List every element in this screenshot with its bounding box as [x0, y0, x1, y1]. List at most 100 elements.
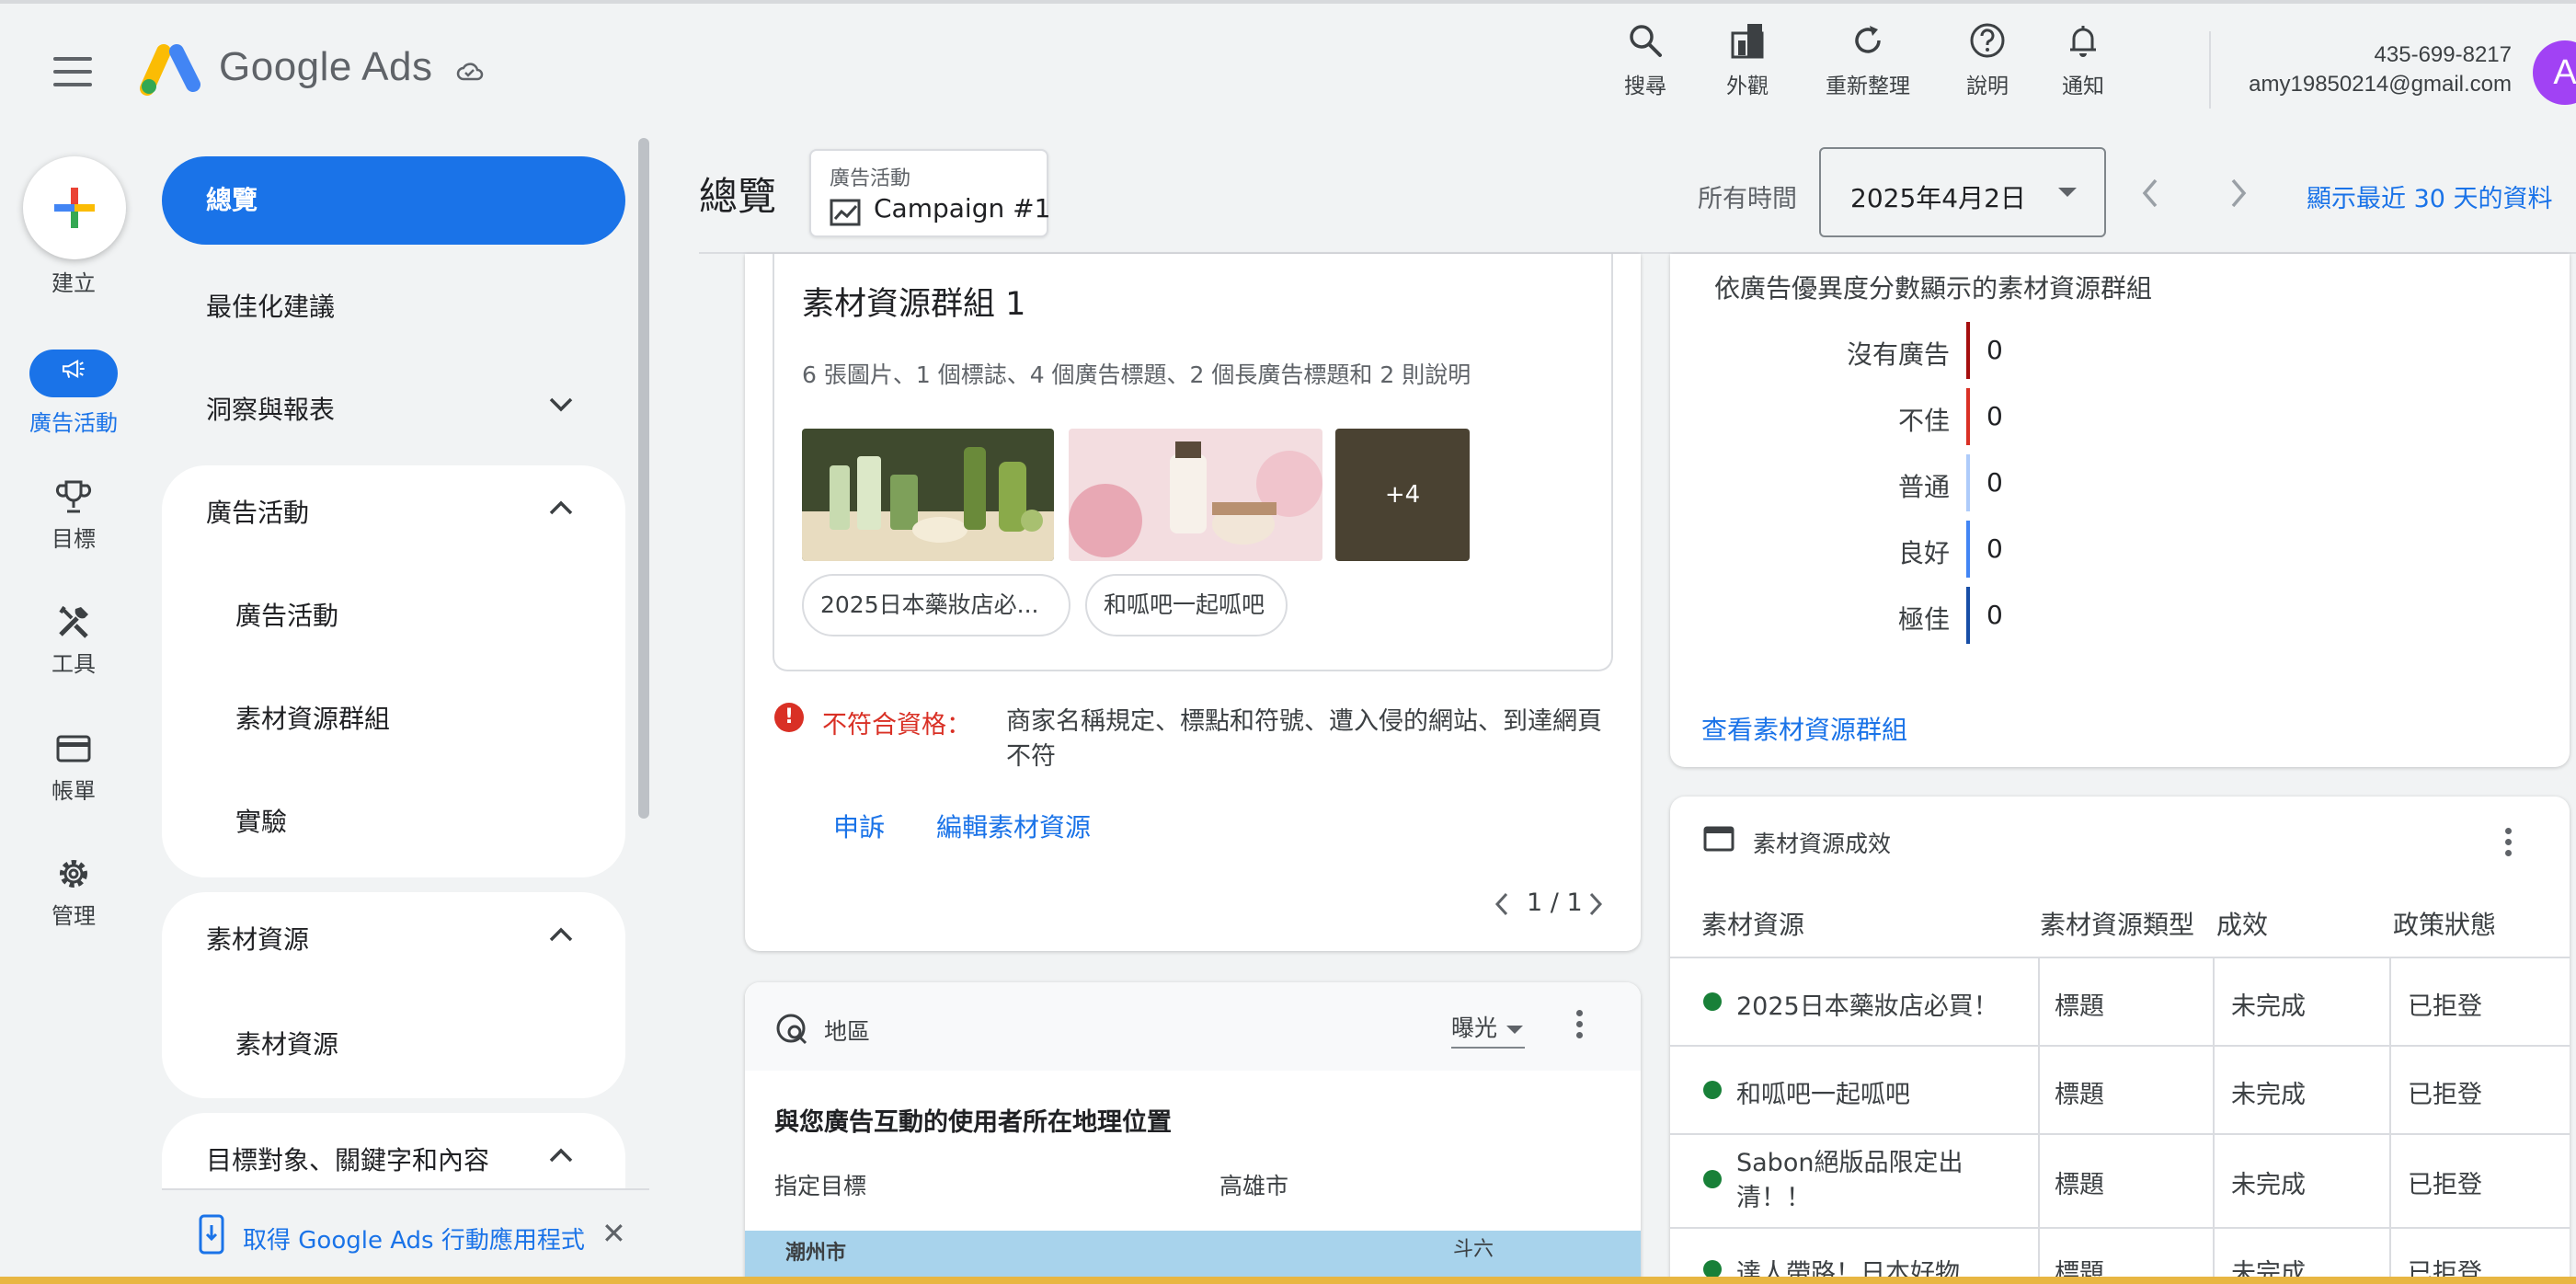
- appearance-button[interactable]: 外觀: [1697, 22, 1798, 114]
- more-options-icon[interactable]: [1576, 1010, 1583, 1043]
- asset-group-title[interactable]: 素材資源群組 1: [802, 278, 1025, 325]
- map-label: 斗六: [1453, 1238, 1494, 1261]
- nav-section-assets-title[interactable]: 素材資源: [206, 920, 309, 957]
- search-button[interactable]: 搜尋: [1595, 22, 1696, 114]
- ad-strength-label: 沒有廣告: [1846, 339, 1950, 370]
- location-search-icon: [776, 1014, 807, 1045]
- table-divider: [1670, 957, 2570, 958]
- column-header-performance[interactable]: 成效: [2216, 905, 2268, 942]
- nav-item-insights[interactable]: 洞察與報表: [206, 390, 335, 427]
- table-cell-performance: 未完成: [2231, 1081, 2306, 1109]
- chevron-right-icon[interactable]: [1587, 890, 1604, 918]
- refresh-button[interactable]: 重新整理: [1817, 22, 1918, 114]
- app-name: Google Ads: [219, 44, 433, 89]
- close-icon[interactable]: ✕: [601, 1216, 626, 1251]
- rail-item-admin[interactable]: 管理: [0, 855, 147, 930]
- campaign-name: Campaign #1: [874, 193, 1051, 224]
- more-images-badge[interactable]: +4: [1335, 429, 1470, 561]
- nav-section-audiences-title[interactable]: 目標對象、關鍵字和內容: [206, 1141, 489, 1177]
- ad-strength-bar: [1966, 388, 1970, 445]
- window-icon: [1703, 826, 1735, 852]
- help-icon: [1970, 23, 2005, 58]
- nav-scrollbar[interactable]: [638, 138, 649, 819]
- table-column-divider: [2213, 957, 2215, 1284]
- column-header-policy[interactable]: 政策狀態: [2393, 905, 2496, 942]
- column-header-asset[interactable]: 素材資源: [1701, 905, 1804, 942]
- mobile-app-banner[interactable]: 取得 Google Ads 行動應用程式 ✕: [162, 1188, 649, 1284]
- nav-item-asset-groups[interactable]: 素材資源群組: [235, 699, 390, 736]
- chevron-left-icon[interactable]: [2139, 175, 2161, 212]
- nav-item-recommendations[interactable]: 最佳化建議: [206, 287, 335, 324]
- date-range-value: 2025年4月2日: [1850, 183, 2026, 213]
- chevron-up-icon[interactable]: [548, 925, 574, 944]
- nav-item-campaigns[interactable]: 廣告活動: [235, 596, 338, 633]
- megaphone-icon: [62, 359, 85, 379]
- rail-label-tools: 工具: [52, 651, 96, 677]
- account-email[interactable]: amy19850214@gmail.com: [2249, 72, 2512, 97]
- campaign-selector[interactable]: 廣告活動 Campaign #1: [809, 149, 1051, 237]
- edit-assets-link[interactable]: 編輯素材資源: [936, 808, 1091, 844]
- asset-image-thumbnail[interactable]: [1069, 429, 1322, 561]
- chevron-up-icon[interactable]: [548, 499, 574, 517]
- status-dot: [1703, 1081, 1722, 1099]
- account-id[interactable]: 435-699-8217: [2375, 42, 2512, 68]
- campaign-selector-label: 廣告活動: [830, 167, 911, 190]
- header-divider: [2209, 31, 2211, 109]
- table-cell-asset[interactable]: Sabon絕版品限定出清！！: [1736, 1146, 2021, 1216]
- show-last-30-days-link[interactable]: 顯示最近 30 天的資料: [2307, 178, 2553, 214]
- help-label: 說明: [1966, 75, 2009, 98]
- table-cell-asset[interactable]: 2025日本藥妝店必買！: [1736, 986, 1998, 1022]
- table-cell-asset[interactable]: 和呱吧一起呱吧: [1736, 1074, 1910, 1110]
- ad-strength-value: 0: [1986, 467, 2003, 498]
- chevron-right-icon[interactable]: [2227, 175, 2250, 212]
- help-button[interactable]: 說明: [1937, 22, 2038, 114]
- asset-image-thumbnail[interactable]: [802, 429, 1054, 561]
- appeal-link[interactable]: 申訴: [833, 808, 885, 844]
- app-banner-text[interactable]: 取得 Google Ads 行動應用程式: [243, 1221, 585, 1255]
- table-divider: [1670, 1045, 2570, 1047]
- rail-item-goals[interactable]: 目標: [0, 478, 147, 553]
- nav-item-assets[interactable]: 素材資源: [235, 1025, 338, 1061]
- table-cell-performance: 未完成: [2231, 1171, 2306, 1199]
- table-divider: [1670, 1227, 2570, 1229]
- notifications-button[interactable]: 通知: [2032, 22, 2134, 114]
- bell-icon: [2070, 26, 2096, 57]
- menu-icon[interactable]: [53, 57, 92, 86]
- google-ads-logo-icon[interactable]: [140, 42, 200, 96]
- view-asset-groups-link[interactable]: 查看素材資源群組: [1701, 710, 1907, 747]
- ad-strength-value: 0: [1986, 401, 2003, 431]
- rail-item-billing[interactable]: 帳單: [0, 730, 147, 805]
- table-cell-performance: 未完成: [2231, 992, 2306, 1021]
- credit-card-icon: [56, 735, 91, 762]
- table-cell-policy: 已拒登: [2408, 1171, 2482, 1199]
- rail-label-billing: 帳單: [52, 778, 96, 804]
- asset-performance-title: 素材資源成效: [1753, 831, 1892, 857]
- headline-chip[interactable]: 2025日本藥妝店必...: [802, 574, 1070, 636]
- rail-item-tools[interactable]: 工具: [0, 603, 147, 678]
- table-divider: [1670, 1133, 2570, 1135]
- status-dot: [1703, 1260, 1722, 1278]
- table-cell-type: 標題: [2055, 1171, 2104, 1199]
- chevron-down-icon[interactable]: [548, 396, 574, 414]
- refresh-icon: [1855, 26, 1881, 53]
- more-options-icon[interactable]: [2505, 828, 2512, 861]
- column-header-type[interactable]: 素材資源類型: [2040, 905, 2194, 942]
- phone-icon: [199, 1214, 224, 1255]
- chevron-up-icon[interactable]: [548, 1146, 574, 1164]
- table-cell-type: 標題: [2055, 1081, 2104, 1109]
- nav-section-campaigns-title[interactable]: 廣告活動: [206, 493, 309, 530]
- region-card-title: 地區: [824, 1018, 871, 1045]
- asset-group-summary: 6 張圖片、1 個標誌、4 個廣告標題、2 個長廣告標題和 2 則說明: [802, 361, 1471, 388]
- create-button[interactable]: [23, 156, 126, 259]
- nav-item-overview[interactable]: 總覽: [162, 156, 625, 245]
- headline-chip[interactable]: 和呱吧一起呱吧: [1085, 574, 1288, 636]
- nav-item-experiments[interactable]: 實驗: [235, 802, 287, 839]
- dropdown-arrow-icon: [1506, 1025, 1524, 1034]
- metric-select[interactable]: 曝光: [1451, 1010, 1525, 1049]
- notifications-label: 通知: [2062, 75, 2104, 98]
- gear-icon: [60, 860, 87, 888]
- rail-item-campaigns[interactable]: 廣告活動: [0, 350, 147, 437]
- chevron-left-icon[interactable]: [1494, 890, 1510, 918]
- avatar[interactable]: A: [2533, 40, 2576, 105]
- date-range-select[interactable]: 2025年4月2日: [1819, 147, 2106, 237]
